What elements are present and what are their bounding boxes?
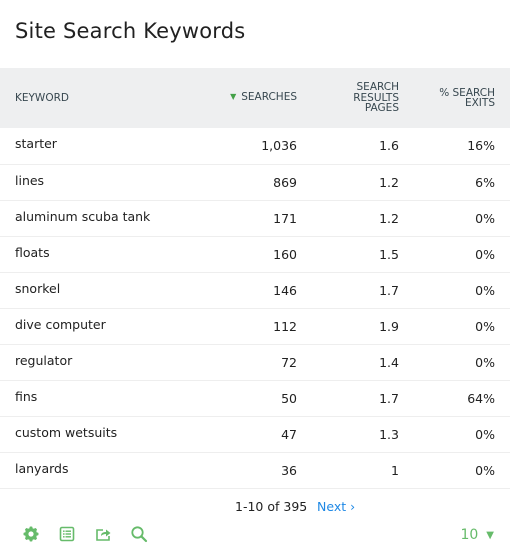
column-header-searches[interactable]: ▼ Searches — [210, 68, 297, 128]
table-row[interactable]: dive computer 112 1.9 0% — [0, 308, 510, 344]
search-results-pages-cell: 1.6 — [379, 138, 399, 154]
column-header-label-line: Pages — [364, 102, 399, 115]
table-row[interactable]: custom wetsuits 47 1.3 0% — [0, 416, 510, 452]
table-row[interactable]: regulator 72 1.4 0% — [0, 344, 510, 380]
column-header-keyword[interactable]: Keyword — [0, 68, 210, 128]
searches-cell: 1,036 — [261, 138, 297, 154]
search-results-pages-cell: 1.3 — [379, 426, 399, 442]
searches-cell: 36 — [281, 462, 297, 478]
keyword-cell: regulator — [15, 352, 73, 368]
keyword-cell: lines — [15, 172, 45, 188]
row-limit-selector[interactable]: 10 ▼ — [460, 527, 494, 543]
search-exits-cell: 0% — [475, 318, 495, 334]
search-exits-cell: 0% — [475, 426, 495, 442]
widget-title: Site Search Keywords — [15, 19, 246, 43]
column-header-label: Searches — [241, 91, 297, 104]
search-results-pages-cell: 1.5 — [379, 246, 399, 262]
search-results-pages-cell: 1.7 — [379, 282, 399, 298]
row-limit-value: 10 — [460, 527, 479, 543]
column-header-search-exits[interactable]: % Search Exits — [399, 68, 510, 128]
searches-cell: 146 — [273, 282, 297, 298]
table-row[interactable]: starter 1,036 1.6 16% — [0, 128, 510, 164]
gear-icon[interactable] — [22, 525, 40, 543]
table-row[interactable]: snorkel 146 1.7 0% — [0, 272, 510, 308]
search-icon[interactable] — [130, 525, 148, 543]
export-icon[interactable] — [94, 525, 112, 543]
keyword-cell: starter — [15, 136, 57, 152]
searches-cell: 72 — [281, 354, 297, 370]
search-exits-cell: 16% — [467, 138, 495, 154]
searches-cell: 171 — [273, 210, 297, 226]
search-exits-cell: 6% — [475, 174, 495, 190]
keyword-cell: fins — [15, 388, 38, 404]
keyword-cell: custom wetsuits — [15, 424, 118, 440]
searches-cell: 50 — [281, 390, 297, 406]
keyword-cell: dive computer — [15, 316, 106, 332]
search-results-pages-cell: 1.4 — [379, 354, 399, 370]
keywords-table: Keyword ▼ Searches Search Results Pages %… — [0, 68, 510, 489]
searches-cell: 160 — [273, 246, 297, 262]
table-row[interactable]: lines 869 1.2 6% — [0, 164, 510, 200]
keyword-cell: lanyards — [15, 460, 69, 476]
next-page-link[interactable]: Next › — [317, 499, 355, 514]
search-results-pages-cell: 1.7 — [379, 390, 399, 406]
table-view-icon[interactable] — [58, 525, 76, 543]
pagination-range: 1-10 of 395 — [235, 499, 308, 514]
search-results-pages-cell: 1.9 — [379, 318, 399, 334]
chevron-down-icon: ▼ — [486, 530, 494, 541]
search-exits-cell: 64% — [467, 390, 495, 406]
table-row[interactable]: fins 50 1.7 64% — [0, 380, 510, 416]
keyword-cell: floats — [15, 244, 50, 260]
searches-cell: 869 — [273, 174, 297, 190]
table-row[interactable]: floats 160 1.5 0% — [0, 236, 510, 272]
search-results-pages-cell: 1.2 — [379, 174, 399, 190]
column-header-label: Keyword — [15, 91, 69, 104]
search-exits-cell: 0% — [475, 282, 495, 298]
searches-cell: 47 — [281, 426, 297, 442]
search-results-pages-cell: 1 — [391, 462, 399, 478]
table-row[interactable]: aluminum scuba tank 171 1.2 0% — [0, 200, 510, 236]
keyword-cell: snorkel — [15, 280, 61, 296]
sort-descending-icon: ▼ — [230, 92, 237, 102]
table-row[interactable]: lanyards 36 1 0% — [0, 452, 510, 488]
table-header-row: Keyword ▼ Searches Search Results Pages %… — [0, 68, 510, 128]
search-exits-cell: 0% — [475, 462, 495, 478]
column-header-search-results-pages[interactable]: Search Results Pages — [297, 68, 399, 128]
keyword-cell: aluminum scuba tank — [15, 208, 151, 224]
search-exits-cell: 0% — [475, 210, 495, 226]
searches-cell: 112 — [273, 318, 297, 334]
search-exits-cell: 0% — [475, 354, 495, 370]
search-exits-cell: 0% — [475, 246, 495, 262]
column-header-label-line: Exits — [464, 97, 495, 109]
search-results-pages-cell: 1.2 — [379, 210, 399, 226]
